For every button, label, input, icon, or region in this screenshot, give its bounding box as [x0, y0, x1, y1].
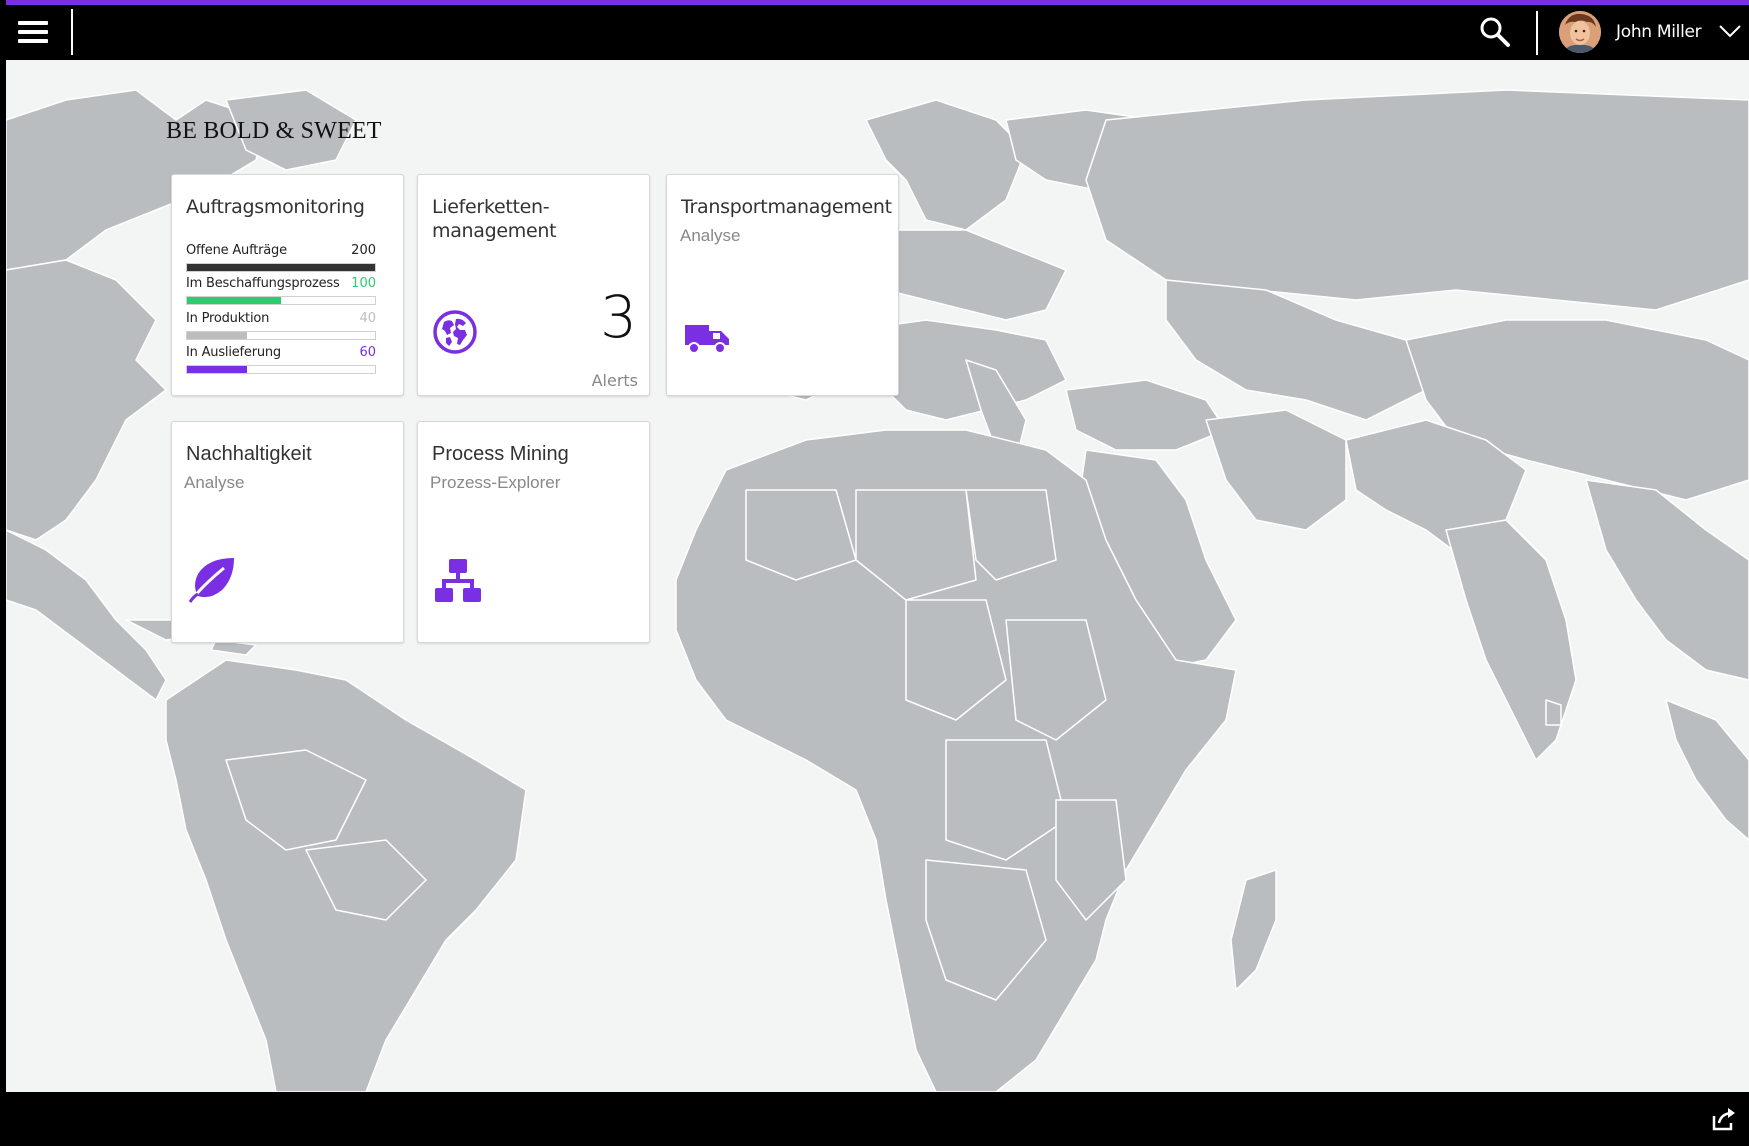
tile-subtitle: Analyse: [184, 473, 245, 492]
bar-track: [186, 296, 376, 305]
alert-unit: Alerts: [591, 371, 638, 390]
group-title: BE BOLD & SWEET: [166, 118, 382, 144]
tile-transportmanagement[interactable]: Transportmanagement Analyse: [666, 174, 899, 396]
header-separator: [71, 9, 73, 55]
bar-label: Im Beschaffungsprozess: [186, 276, 340, 291]
bar-track: [186, 365, 376, 374]
footer-bar: [6, 1092, 1749, 1146]
bar-value: 60: [359, 345, 376, 360]
bar-value: 40: [359, 311, 376, 326]
tile-subtitle: Analyse: [680, 226, 741, 245]
bar-fill: [187, 264, 375, 271]
header-separator: [1536, 11, 1538, 55]
bar-label: In Auslieferung: [186, 345, 281, 360]
tile-title-line1: Lieferketten-: [432, 196, 550, 218]
bar-track: [186, 331, 376, 340]
tile-title: Lieferketten- management: [432, 195, 557, 243]
user-name[interactable]: John Miller: [1616, 22, 1702, 42]
avatar[interactable]: [1559, 11, 1601, 53]
search-icon[interactable]: [1478, 15, 1512, 49]
tile-title: Process Mining: [432, 443, 569, 465]
tile-title: Transportmanagement: [681, 196, 892, 218]
bar-label: In Produktion: [186, 311, 270, 326]
tile-title-line2: management: [432, 220, 557, 242]
bar-track: [186, 263, 376, 272]
tile-title: Nachhaltigkeit: [186, 443, 312, 465]
globe-icon: [432, 309, 478, 360]
bar-value: 200: [351, 243, 376, 258]
chevron-down-icon[interactable]: [1718, 23, 1742, 39]
bar-value: 100: [351, 276, 376, 291]
tile-auftragsmonitoring[interactable]: Auftragsmonitoring Offene Aufträge 200 Im …: [171, 174, 404, 396]
bar-label: Offene Aufträge: [186, 243, 287, 258]
alert-count: 3: [600, 283, 637, 351]
tile-process-mining[interactable]: Process Mining Prozess-Explorer: [417, 421, 650, 643]
truck-icon: [683, 319, 731, 360]
hamburger-menu-icon[interactable]: [18, 17, 52, 47]
leaf-icon: [188, 556, 236, 609]
tile-nachhaltigkeit[interactable]: Nachhaltigkeit Analyse: [171, 421, 404, 643]
tile-lieferkettenmanagement[interactable]: Lieferketten- management 3 Alerts: [417, 174, 650, 396]
tile-subtitle: Prozess-Explorer: [430, 473, 561, 492]
bar-fill: [187, 297, 281, 304]
shell-header: John Miller: [6, 5, 1749, 60]
bar-fill: [187, 366, 248, 373]
bar-fill: [187, 332, 248, 339]
share-icon[interactable]: [1710, 1106, 1736, 1132]
tile-title: Auftragsmonitoring: [186, 196, 365, 218]
hierarchy-icon: [434, 558, 482, 609]
